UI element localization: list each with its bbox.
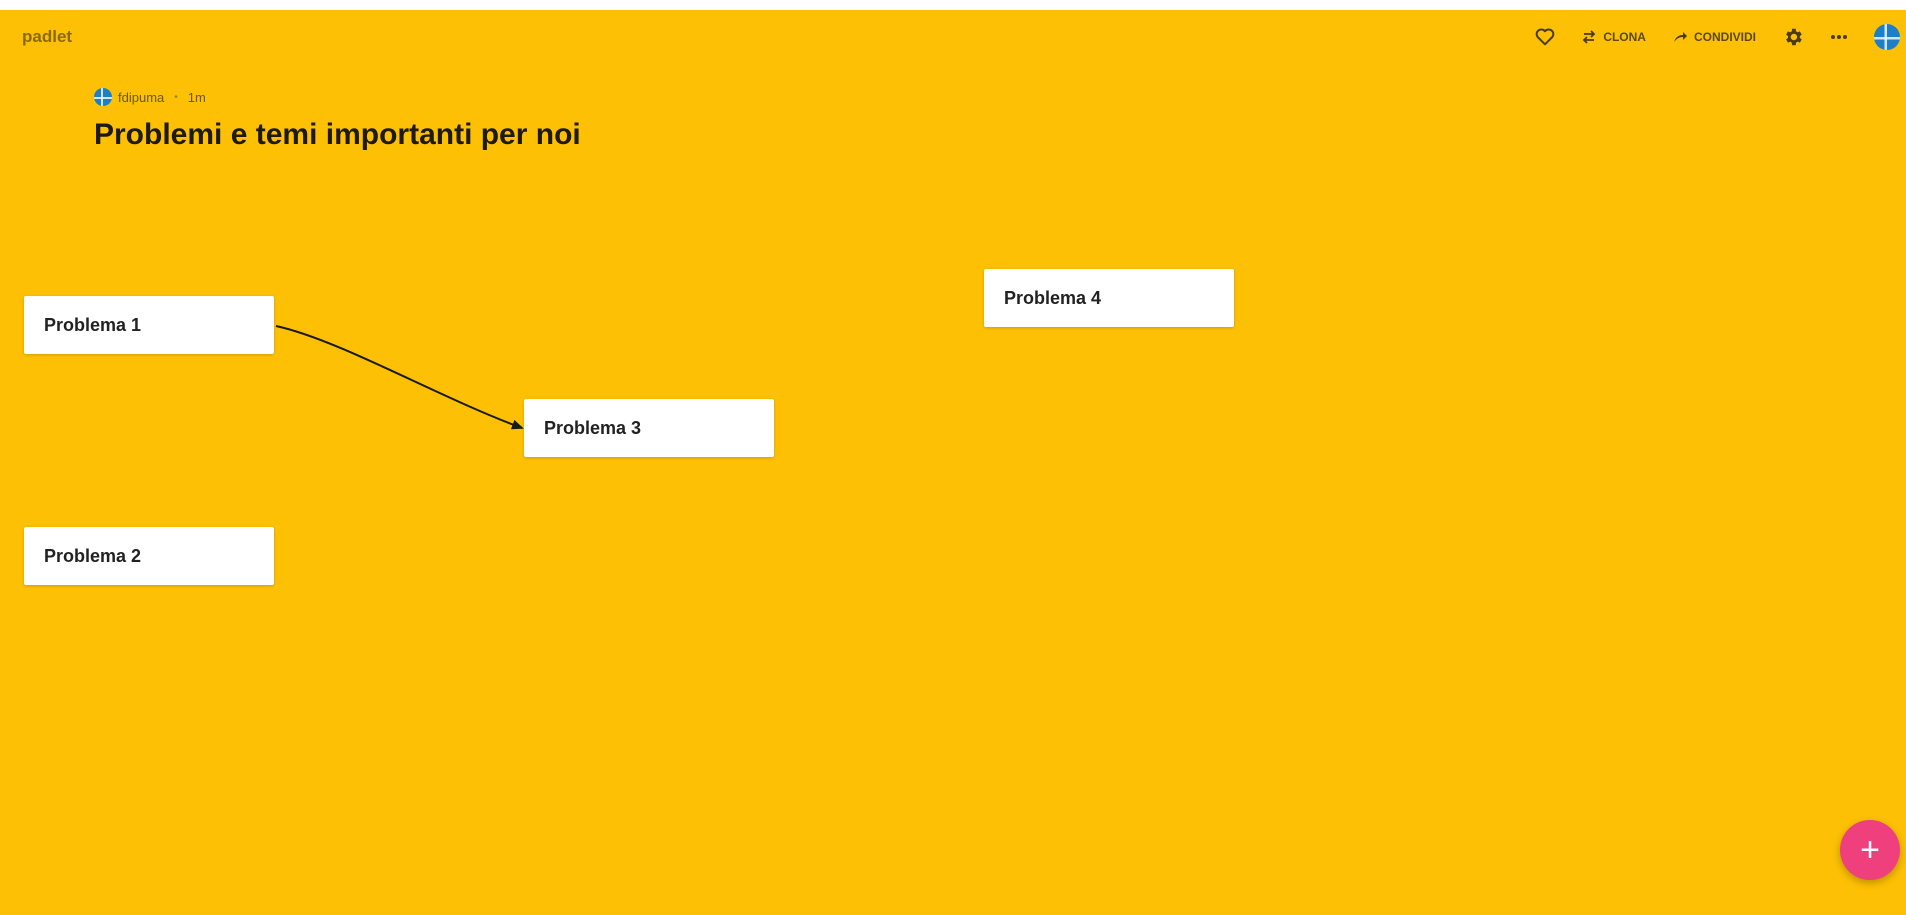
share-icon xyxy=(1673,32,1687,42)
more-icon xyxy=(1831,35,1847,39)
card-label: Problema 3 xyxy=(544,417,642,438)
post-time: 1m xyxy=(187,89,206,105)
gear-icon xyxy=(1786,28,1802,46)
padlet-board: padlet CLONA CONDIVIDI fdipuma • 1m Prob… xyxy=(0,10,1906,915)
share-button[interactable]: CONDIVIDI xyxy=(1672,30,1756,44)
top-toolbar: CLONA CONDIVIDI xyxy=(1535,24,1906,50)
clone-button[interactable]: CLONA xyxy=(1581,30,1646,44)
card-problema-4[interactable]: Problema 4 xyxy=(984,269,1234,327)
card-problema-3[interactable]: Problema 3 xyxy=(524,399,774,457)
author-name[interactable]: fdipuma xyxy=(118,90,164,105)
card-label: Problema 1 xyxy=(44,314,142,335)
more-button[interactable] xyxy=(1830,34,1848,40)
like-button[interactable] xyxy=(1535,28,1555,46)
page-title: Problemi e temi importanti per noi xyxy=(94,118,581,151)
clone-label: CLONA xyxy=(1603,30,1646,44)
brand-logo[interactable]: padlet xyxy=(22,27,72,47)
avatar[interactable] xyxy=(1874,24,1900,50)
share-label: CONDIVIDI xyxy=(1693,30,1756,44)
heart-icon xyxy=(1535,28,1555,46)
card-label: Problema 4 xyxy=(1004,287,1102,308)
add-post-button[interactable]: + xyxy=(1840,820,1900,880)
card-label: Problema 2 xyxy=(44,545,142,566)
author-avatar xyxy=(94,88,112,106)
card-problema-1[interactable]: Problema 1 xyxy=(24,296,274,354)
card-problema-2[interactable]: Problema 2 xyxy=(24,527,274,585)
clone-icon xyxy=(1583,30,1596,44)
post-meta: fdipuma • 1m xyxy=(94,88,206,106)
separator-dot: • xyxy=(174,91,178,103)
settings-button[interactable] xyxy=(1782,26,1804,48)
